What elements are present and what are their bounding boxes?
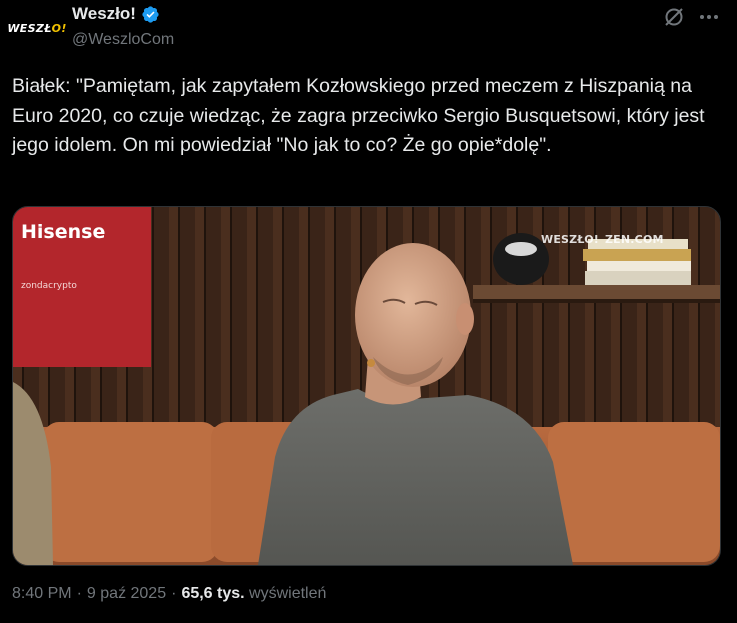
separator: · <box>76 585 82 602</box>
watermark: WESZŁO! ZEN.COM <box>541 233 664 246</box>
avatar-logo-text: WESZŁ <box>7 21 52 35</box>
tweet: WESZŁ O! Weszło! @WeszloCom Białek: "Pami… <box>0 0 737 623</box>
media-photo <box>13 207 720 565</box>
handle[interactable]: @WeszloCom <box>72 31 174 49</box>
avatar-logo-accent: O! <box>51 21 67 35</box>
sign-text: Hisense <box>21 221 106 243</box>
tweet-media[interactable]: Hisense zondacrypto WESZŁO! ZEN.COM <box>12 206 721 566</box>
timestamp-time[interactable]: 8:40 PM <box>12 585 72 602</box>
views-count: 65,6 tys. <box>181 585 245 602</box>
grok-icon[interactable] <box>662 5 686 29</box>
timestamp-date[interactable]: 9 paź 2025 <box>87 585 166 602</box>
tweet-text: Białek: "Pamiętam, jak zapytałem Kozłows… <box>12 75 705 156</box>
tweet-meta: 8:40 PM · 9 paź 2025 · 65,6 tys. wyświetleń <box>12 585 326 603</box>
author-name-row: Weszło! <box>72 4 160 24</box>
sign-subtext: zondacrypto <box>21 281 77 291</box>
avatar[interactable]: WESZŁ O! <box>7 4 67 52</box>
watermark-partner: ZEN.COM <box>605 233 664 246</box>
views-label: wyświetleń <box>249 585 327 602</box>
watermark-brand: WESZŁO! <box>541 233 599 246</box>
verified-badge-icon <box>142 5 159 23</box>
separator: · <box>171 585 177 602</box>
more-icon[interactable] <box>697 5 721 29</box>
display-name[interactable]: Weszło! <box>72 4 136 24</box>
